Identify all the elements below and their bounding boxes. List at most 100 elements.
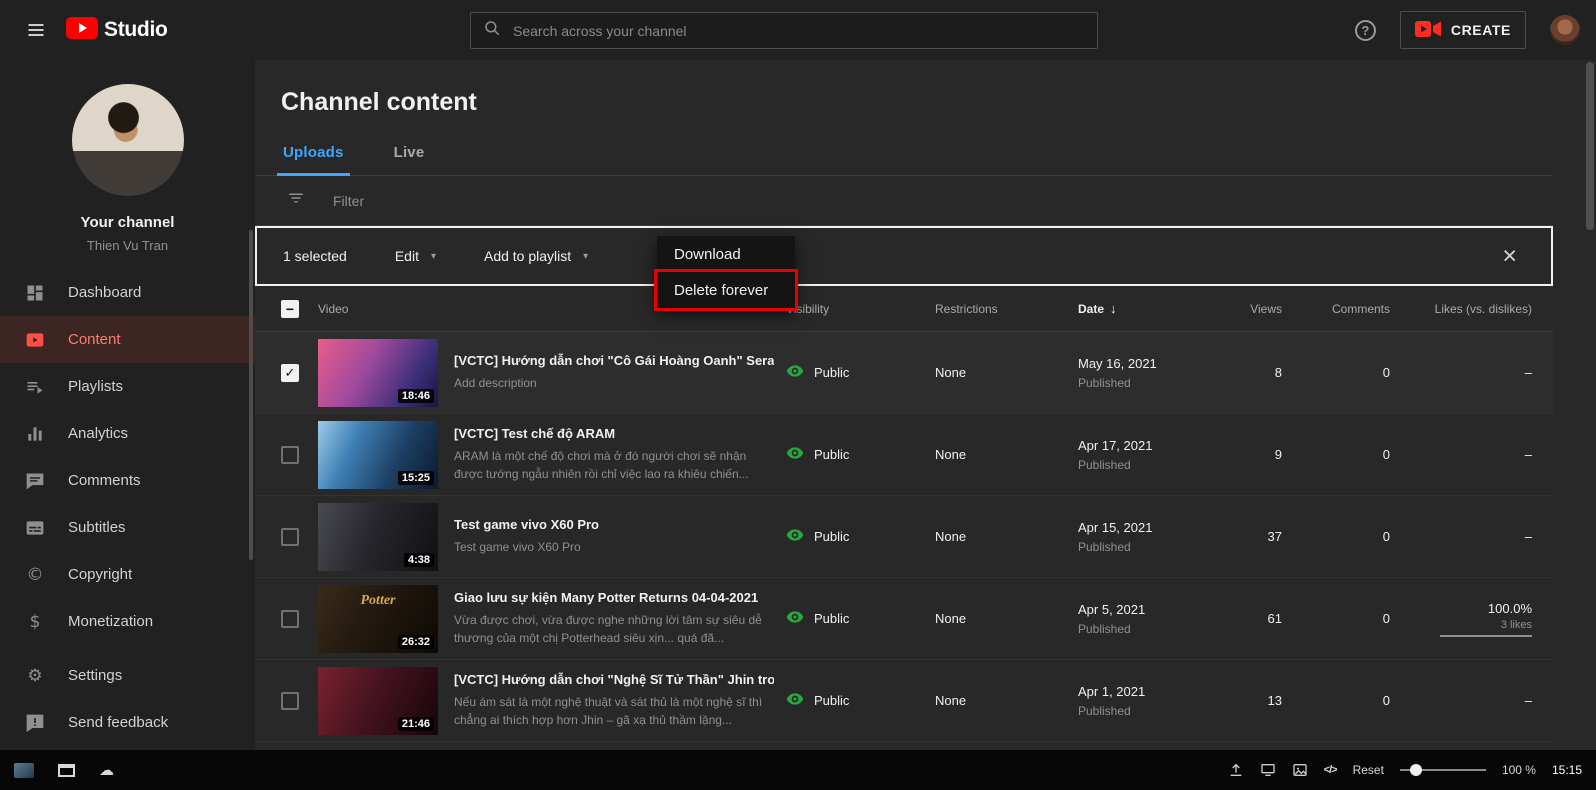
add-to-playlist-button[interactable]: Add to playlist ▾ bbox=[484, 248, 588, 264]
likes-value: – bbox=[1524, 447, 1532, 462]
edit-dropdown-button[interactable]: Edit ▾ bbox=[395, 248, 436, 264]
select-all-checkbox[interactable] bbox=[281, 299, 299, 318]
monetization-icon: $ bbox=[29, 611, 41, 632]
restrictions-value: None bbox=[935, 693, 967, 708]
visibility-value: Public bbox=[814, 447, 850, 462]
visibility-value: Public bbox=[814, 365, 850, 380]
taskbar-thumbnail-icon[interactable] bbox=[14, 762, 34, 778]
code-icon[interactable]: </> bbox=[1324, 764, 1338, 776]
create-video-icon bbox=[1414, 20, 1441, 41]
comments-value: 0 bbox=[1382, 447, 1390, 462]
row-checkbox[interactable] bbox=[281, 691, 299, 710]
sidebar-item-analytics[interactable]: Analytics bbox=[0, 410, 255, 457]
main-scrollbar[interactable] bbox=[1586, 62, 1594, 230]
sidebar-item-copyright[interactable]: © Copyright bbox=[0, 551, 255, 598]
video-thumbnail[interactable]: 4:38 bbox=[318, 502, 438, 571]
row-checkbox[interactable] bbox=[281, 445, 299, 464]
help-icon[interactable]: ? bbox=[1354, 19, 1376, 41]
public-eye-icon bbox=[786, 526, 804, 547]
video-thumbnail[interactable]: 18:46 bbox=[318, 338, 438, 407]
video-title[interactable]: Giao lưu sự kiện Many Potter Returns 04-… bbox=[454, 590, 774, 605]
column-views: Views bbox=[1250, 301, 1282, 316]
sidebar-item-label: Monetization bbox=[68, 613, 154, 630]
sidebar-item-label: Content bbox=[68, 331, 121, 348]
date-value: Apr 17, 2021 bbox=[1078, 437, 1153, 453]
sidebar-item-content[interactable]: Content bbox=[0, 316, 255, 363]
date-status: Published bbox=[1078, 457, 1131, 472]
video-duration: 18:46 bbox=[397, 388, 434, 403]
video-thumbnail[interactable]: 21:46 bbox=[318, 666, 438, 735]
cloud-icon[interactable]: ☁ bbox=[99, 761, 114, 779]
video-thumbnail[interactable]: Potter 26:32 bbox=[318, 584, 438, 653]
video-duration: 21:46 bbox=[397, 716, 434, 731]
sidebar-item-label: Analytics bbox=[68, 425, 129, 442]
channel-avatar[interactable] bbox=[71, 84, 184, 196]
views-value: 8 bbox=[1274, 365, 1282, 380]
video-row: Potter 26:32 Giao lưu sự kiện Many Potte… bbox=[255, 578, 1553, 660]
visibility-value: Public bbox=[814, 693, 850, 708]
sidebar-item-comments[interactable]: Comments bbox=[0, 457, 255, 504]
public-eye-icon bbox=[786, 362, 804, 383]
sidebar-item-monetization[interactable]: $ Monetization bbox=[0, 598, 255, 645]
youtube-studio-logo[interactable]: Studio bbox=[66, 16, 168, 44]
table-header: Video Visibility Restrictions Date ↓ Vie… bbox=[255, 286, 1553, 332]
sidebar-item-send-feedback[interactable]: Send feedback bbox=[0, 699, 255, 746]
column-date[interactable]: Date ↓ bbox=[1078, 301, 1195, 316]
zoom-slider-knob[interactable] bbox=[1409, 764, 1422, 776]
filter-label: Filter bbox=[333, 192, 365, 209]
nav-divider bbox=[0, 645, 255, 652]
sidebar-item-label: Copyright bbox=[68, 566, 133, 583]
sidebar-scrollbar[interactable] bbox=[249, 230, 253, 560]
tab-uploads[interactable]: Uploads bbox=[277, 144, 350, 176]
video-row: 18:46 [VCTC] Hướng dẫn chơi "Cô Gái Hoàn… bbox=[255, 332, 1553, 414]
image-icon[interactable] bbox=[1292, 762, 1308, 778]
product-name: Studio bbox=[104, 18, 168, 41]
upload-icon[interactable] bbox=[1228, 762, 1244, 778]
sidebar-item-label: Subtitles bbox=[68, 519, 126, 536]
sidebar-item-dashboard[interactable]: Dashboard bbox=[0, 269, 255, 316]
zoom-level: 100 % bbox=[1501, 763, 1536, 777]
video-title[interactable]: Test game vivo X60 Pro bbox=[454, 517, 774, 532]
tab-live[interactable]: Live bbox=[394, 144, 425, 175]
video-thumbnail[interactable]: 15:25 bbox=[318, 420, 438, 489]
selection-toolbar: 1 selected Edit ▾ Add to playlist ▾ × bbox=[255, 226, 1553, 286]
menu-item-download[interactable]: Download bbox=[657, 236, 795, 272]
menu-item-delete-forever[interactable]: Delete forever bbox=[654, 269, 798, 311]
video-duration: 26:32 bbox=[397, 634, 434, 649]
menu-icon[interactable] bbox=[16, 10, 56, 50]
sidebar-item-settings[interactable]: ⚙ Settings bbox=[0, 652, 255, 699]
create-button[interactable]: CREATE bbox=[1399, 11, 1526, 49]
video-title[interactable]: [VCTC] Hướng dẫn chơi "Cô Gái Hoàng Oanh… bbox=[454, 353, 774, 368]
account-avatar[interactable] bbox=[1550, 15, 1580, 45]
date-status: Published bbox=[1078, 539, 1131, 554]
row-checkbox[interactable] bbox=[281, 363, 299, 382]
search-input[interactable] bbox=[513, 22, 1085, 39]
sidebar-item-label: Dashboard bbox=[68, 284, 142, 301]
date-value: Apr 5, 2021 bbox=[1078, 601, 1146, 617]
public-eye-icon bbox=[786, 690, 804, 711]
filter-bar[interactable]: Filter bbox=[255, 176, 1553, 226]
video-title[interactable]: [VCTC] Test chế độ ARAM bbox=[454, 426, 774, 441]
comments-value: 0 bbox=[1382, 529, 1390, 544]
likes-value: – bbox=[1524, 365, 1532, 380]
youtube-play-icon bbox=[66, 16, 98, 44]
window-icon[interactable] bbox=[58, 763, 75, 777]
restrictions-value: None bbox=[935, 447, 967, 462]
video-title[interactable]: [VCTC] Hướng dẫn chơi "Nghệ Sĩ Tử Thần" … bbox=[454, 672, 774, 687]
column-likes: Likes (vs. dislikes) bbox=[1434, 301, 1532, 316]
close-icon[interactable]: × bbox=[1502, 243, 1517, 269]
video-description[interactable]: Add description bbox=[454, 374, 774, 392]
playlists-icon bbox=[24, 377, 46, 397]
selected-count: 1 selected bbox=[283, 248, 347, 264]
row-checkbox[interactable] bbox=[281, 527, 299, 546]
monitor-icon[interactable] bbox=[1260, 762, 1276, 778]
likes-count: 3 likes bbox=[1500, 618, 1532, 631]
video-row: 21:46 [VCTC] Hướng dẫn chơi "Nghệ Sĩ Tử … bbox=[255, 660, 1553, 742]
reset-button[interactable]: Reset bbox=[1353, 763, 1384, 777]
date-label: Date bbox=[1078, 301, 1105, 316]
zoom-slider[interactable] bbox=[1399, 764, 1486, 776]
row-checkbox[interactable] bbox=[281, 609, 299, 628]
sidebar-item-subtitles[interactable]: Subtitles bbox=[0, 504, 255, 551]
sidebar-item-playlists[interactable]: Playlists bbox=[0, 363, 255, 410]
public-eye-icon bbox=[786, 608, 804, 629]
